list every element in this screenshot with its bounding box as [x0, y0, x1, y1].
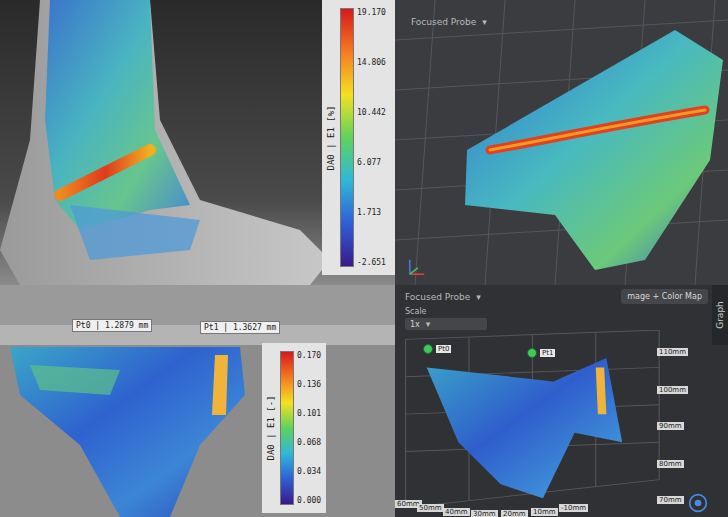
dic-viewer: DA0 | E1 [%] 19.170 14.806 10.442 6.077 1.713…: [0, 0, 728, 517]
probe-label[interactable]: Pt1 | 1.3627 mm: [200, 321, 280, 334]
scale-dropdown[interactable]: 1x ▾: [405, 318, 487, 330]
colorbar-tick: 1.713: [357, 208, 386, 217]
axis-tick-vertical: 110mm: [657, 348, 688, 356]
colorbar-gradient: [340, 8, 354, 267]
axis-tick-horizontal: 10mm: [531, 508, 558, 516]
axis-tick-vertical: 80mm: [657, 460, 684, 468]
focused-probe-dropdown[interactable]: Focused Probe ▾: [405, 14, 493, 30]
dropdown-arrow-icon: ▾: [482, 17, 487, 27]
display-mode-dropdown[interactable]: mage + Color Map: [621, 289, 708, 304]
axis-tick-vertical: 70mm: [657, 496, 684, 504]
knee-photo: [0, 285, 395, 517]
probe-marker[interactable]: Pt1: [527, 348, 555, 358]
colorbar-title: DA0 | E1 [-]: [266, 395, 276, 460]
colorbar-tick: 0.068: [297, 438, 321, 447]
colorbar-tick: 10.442: [357, 108, 386, 117]
probe-marker[interactable]: Pt0: [423, 344, 451, 354]
ankle-3d-scene[interactable]: [395, 0, 728, 285]
focused-probe-dropdown[interactable]: Focused Probe ▾: [399, 289, 487, 305]
colorbar-tick: 0.101: [297, 409, 321, 418]
scene-toolbar: Focused Probe ▾ Scale 1x ▾ mage + Color Map: [395, 285, 712, 330]
colorbar-tick: -2.651: [357, 258, 386, 267]
ankle-3d-view[interactable]: Focused Probe ▾: [395, 0, 728, 285]
view-cube-icon[interactable]: [688, 493, 708, 513]
marker-label: Pt0: [436, 345, 451, 353]
strain-colorbar: DA0 | E1 [-] 0.170 0.136 0.101 0.068 0.034 0.0…: [262, 343, 326, 513]
marker-label: Pt1: [540, 349, 555, 357]
axis-tick-horizontal: -10mm: [559, 504, 588, 512]
colorbar-ticks: 19.170 14.806 10.442 6.077 1.713 -2.651: [357, 8, 386, 267]
axis-tick-horizontal: 30mm: [471, 510, 498, 517]
colorbar-tick: 6.077: [357, 158, 386, 167]
marker-dot-icon: [423, 344, 433, 354]
colorbar-gradient: [280, 351, 294, 505]
dropdown-label: Focused Probe: [405, 292, 470, 302]
colorbar-tick: 0.170: [297, 351, 321, 360]
knee-3d-view[interactable]: Focused Probe ▾ Scale 1x ▾ mage + Color Map Pt…: [395, 285, 728, 517]
probe-label[interactable]: Pt0 | 1.2879 mm: [72, 319, 152, 332]
side-tab-label: Graph: [715, 301, 725, 329]
knee-image-view: Pt0 | 1.2879 mm Pt1 | 1.3627 mm DA0 | E1 […: [0, 285, 395, 517]
scale-control: Scale 1x ▾: [399, 307, 487, 330]
axis-tick-vertical: 90mm: [657, 422, 684, 430]
axis-tick-vertical: 100mm: [657, 386, 688, 394]
axis-triad-icon: [405, 255, 429, 279]
dropdown-arrow-icon: ▾: [476, 292, 481, 302]
graph-side-tab[interactable]: Graph: [712, 285, 728, 345]
marker-dot-icon: [527, 348, 537, 358]
axis-tick-horizontal: 20mm: [501, 510, 528, 517]
colorbar-tick: 14.806: [357, 58, 386, 67]
ankle-image-view: DA0 | E1 [%] 19.170 14.806 10.442 6.077 1.713…: [0, 0, 395, 285]
dropdown-arrow-icon: ▾: [426, 319, 431, 329]
scale-label: Scale: [405, 307, 487, 316]
toolbar-left: Focused Probe ▾ Scale 1x ▾: [399, 289, 487, 330]
strain-colorbar: DA0 | E1 [%] 19.170 14.806 10.442 6.077 1.713…: [322, 0, 395, 275]
colorbar-title-box: DA0 | E1 [%]: [325, 8, 337, 267]
colorbar-tick: 19.170: [357, 8, 386, 17]
colorbar-title-box: DA0 | E1 [-]: [265, 351, 277, 505]
colorbar-title: DA0 | E1 [%]: [326, 105, 336, 170]
colorbar-tick: 0.000: [297, 496, 321, 505]
colorbar-ticks: 0.170 0.136 0.101 0.068 0.034 0.000: [297, 351, 321, 505]
scene-area[interactable]: Pt0Pt1110mm100mm90mm80mm70mm60mm50mm40mm…: [395, 330, 712, 517]
colorbar-tick: 0.136: [297, 380, 321, 389]
axis-tick-horizontal: 40mm: [443, 508, 470, 516]
axis-tick-horizontal: 50mm: [417, 504, 444, 512]
colorbar-tick: 0.034: [297, 467, 321, 476]
dropdown-label: Focused Probe: [411, 17, 476, 27]
scale-value: 1x: [410, 320, 420, 329]
